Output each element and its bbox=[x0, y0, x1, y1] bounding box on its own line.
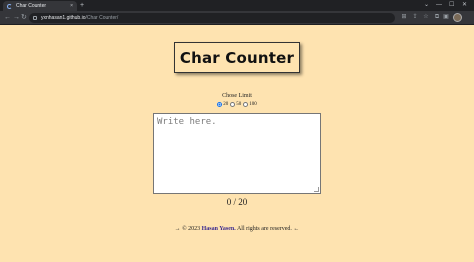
browser-tab[interactable]: Char Counter × bbox=[3, 1, 77, 11]
translate-icon[interactable]: ⊞ bbox=[401, 14, 407, 20]
side-panel-icon[interactable]: ▣ bbox=[443, 14, 449, 20]
tab-title: Char Counter bbox=[16, 3, 47, 9]
reload-icon[interactable]: ↻ bbox=[21, 13, 27, 23]
author-link[interactable]: Hasan Yasen. bbox=[202, 226, 236, 232]
text-input-placeholder: Write here. bbox=[157, 117, 217, 127]
forward-icon[interactable]: → bbox=[13, 13, 20, 23]
browser-toolbar: ← → ↻ yxnhasan1.github.io /Char Counter/… bbox=[0, 11, 474, 25]
limit-radio-20[interactable] bbox=[217, 102, 223, 107]
loading-icon bbox=[7, 3, 12, 9]
footer-prefix: → © 2023 bbox=[174, 226, 201, 232]
minimize-button[interactable]: — bbox=[436, 0, 442, 11]
url-path: /Char Counter/ bbox=[85, 15, 119, 21]
limit-label: Chose Limit bbox=[222, 93, 252, 99]
profile-avatar[interactable] bbox=[453, 13, 462, 22]
text-input[interactable]: Write here. bbox=[153, 113, 321, 194]
limit-option-20[interactable]: 20 bbox=[217, 102, 228, 107]
back-icon[interactable]: ← bbox=[4, 13, 11, 23]
limit-radio-100[interactable] bbox=[243, 102, 249, 107]
footer-suffix: All rights are reserved. ← bbox=[236, 226, 300, 232]
tab-search-icon[interactable]: ⌄ bbox=[424, 0, 429, 11]
page-title: Char Counter bbox=[179, 48, 295, 67]
limit-options: 20 50 100 bbox=[0, 102, 474, 107]
close-window-button[interactable]: ✕ bbox=[462, 0, 467, 11]
new-tab-button[interactable]: + bbox=[80, 1, 84, 10]
close-tab-icon[interactable]: × bbox=[70, 3, 73, 9]
limit-option-100[interactable]: 100 bbox=[243, 102, 257, 107]
limit-radio-50[interactable] bbox=[230, 102, 236, 107]
limit-option-label: 20 bbox=[223, 102, 229, 107]
limit-option-label: 50 bbox=[236, 102, 242, 107]
browser-tab-bar: Char Counter × + ⌄ — ☐ ✕ bbox=[0, 0, 474, 11]
page-title-box: Char Counter bbox=[174, 42, 300, 73]
char-counter: 0 / 20 bbox=[226, 197, 248, 207]
share-icon[interactable]: ⇪ bbox=[412, 14, 418, 20]
extensions-icon[interactable]: ⧉ bbox=[434, 14, 440, 20]
resize-handle[interactable] bbox=[314, 187, 319, 192]
url-host: yxnhasan1.github.io bbox=[41, 15, 86, 21]
footer: → © 2023 Hasan Yasen. All rights are res… bbox=[0, 226, 474, 232]
maximize-button[interactable]: ☐ bbox=[449, 0, 454, 11]
lock-icon[interactable] bbox=[33, 16, 37, 20]
address-bar[interactable]: yxnhasan1.github.io /Char Counter/ bbox=[29, 13, 395, 23]
bookmark-star-icon[interactable]: ☆ bbox=[423, 14, 429, 20]
limit-option-50[interactable]: 50 bbox=[230, 102, 241, 107]
limit-option-label: 100 bbox=[249, 102, 257, 107]
